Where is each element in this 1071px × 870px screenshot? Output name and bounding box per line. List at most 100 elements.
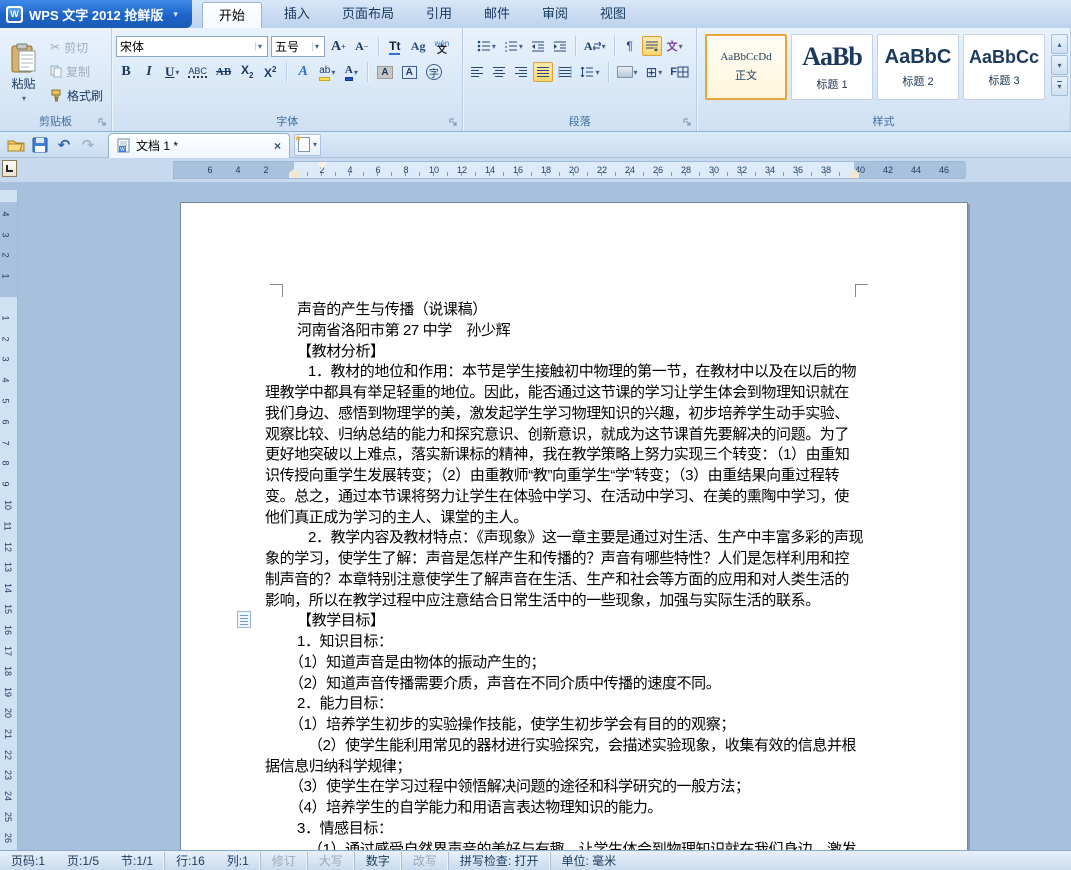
status-item[interactable]: 页:1/5 <box>56 852 110 870</box>
chevron-down-icon[interactable]: ▾ <box>312 42 321 51</box>
text-tool-button[interactable]: 文 ▾ <box>664 36 686 56</box>
ribbon-tab[interactable]: 引用 <box>410 0 468 28</box>
change-case-button[interactable]: Ag <box>408 37 429 57</box>
increase-indent-button[interactable] <box>550 36 570 56</box>
chevron-down-icon[interactable]: ▾ <box>173 9 178 20</box>
underline-button[interactable]: U▾ <box>162 62 182 82</box>
tab-stop-selector[interactable] <box>2 160 17 177</box>
chevron-down-icon[interactable]: ▾ <box>634 68 638 77</box>
show-hide-marks-button[interactable] <box>642 36 662 56</box>
chevron-down-icon[interactable]: ▾ <box>175 68 179 77</box>
text-line[interactable]: 变。总之，通过本节课将努力让学生在体验中学习、在活动中学习、在美的熏陶中学习，使 <box>265 487 851 508</box>
ribbon-tab[interactable]: 视图 <box>584 0 642 28</box>
text-line[interactable]: 据信息归纳科学规律； <box>265 757 851 778</box>
bold-button[interactable]: B <box>116 62 136 82</box>
status-item[interactable]: 改写 <box>401 852 448 870</box>
emphasis-mark-button[interactable]: ABC <box>185 62 210 82</box>
redo-button[interactable]: ↷ <box>76 134 100 156</box>
text-line[interactable]: 声音的产生与传播（说课稿） <box>265 300 851 321</box>
text-line[interactable]: （1）知道声音是由物体的振动产生的； <box>265 653 851 674</box>
text-line[interactable]: （4）培养学生的自学能力和用语言表达物理知识的能力。 <box>265 798 851 819</box>
subscript-button[interactable]: X2 <box>237 62 257 82</box>
font-name-combo[interactable]: 宋体 ▾ <box>116 36 268 57</box>
text-line[interactable]: （1）培养学生初步的实验操作技能，使学生初步学会有目的的观察； <box>265 715 851 736</box>
table-tool-button[interactable]: F <box>667 62 692 82</box>
decrease-indent-button[interactable] <box>528 36 548 56</box>
enclose-characters-button[interactable]: 字 <box>423 62 445 82</box>
text-effect-button[interactable]: A <box>293 62 313 82</box>
ribbon-tab[interactable]: 邮件 <box>468 0 526 28</box>
text-line[interactable]: （1）通过感受自然界声音的美好与有趣，让学生体会到物理知识就在我们身边，激发 <box>265 840 851 851</box>
text-line[interactable]: 我们身边、感悟到物理学的美，激发起学生学习物理知识的兴趣，初步培养学生动手实验、 <box>265 404 851 425</box>
status-item[interactable]: 修订 <box>260 852 307 870</box>
chevron-down-icon[interactable]: ▾ <box>492 42 496 51</box>
font-dialog-launcher[interactable] <box>449 118 459 128</box>
document-text[interactable]: 声音的产生与传播（说课稿）河南省洛阳市第 27 中学 孙少辉【教材分析】1．教材… <box>265 300 851 850</box>
text-line[interactable]: 3．情感目标： <box>265 819 851 840</box>
highlight-color-button[interactable]: ab ▾ <box>316 62 338 82</box>
paragraph-dialog-launcher[interactable] <box>683 118 693 128</box>
text-line[interactable]: 1．教材的地位和作用：本节是学生接触初中物理的第一节，在教材中以及在以后的物 <box>265 362 851 383</box>
distribute-button[interactable] <box>555 62 575 82</box>
new-document-button[interactable]: ★ ▾ <box>294 134 321 156</box>
status-item[interactable]: 页码:1 <box>0 852 56 870</box>
character-border-button[interactable]: A <box>399 62 420 82</box>
chevron-down-icon[interactable]: ▾ <box>354 68 358 77</box>
ribbon-tab[interactable]: 开始 <box>202 2 262 28</box>
cut-button[interactable]: ✂ 剪切 <box>47 36 107 58</box>
justify-button[interactable] <box>533 62 553 82</box>
format-painter-button[interactable]: 格式刷 <box>47 84 107 106</box>
align-center-button[interactable] <box>489 62 509 82</box>
pinyin-guide-button[interactable]: Tt <box>385 37 405 57</box>
style-card[interactable]: AaBbC 标题 2 <box>877 34 959 100</box>
chevron-down-icon[interactable]: ▾ <box>331 68 335 77</box>
text-line[interactable]: 2．教学内容及教材特点：《声现象》这一章主要是通过对生活、生产中丰富多彩的声现 <box>265 528 851 549</box>
text-line[interactable]: 理教学中都具有举足轻重的地位。因此，能否通过这节课的学习让学生体会到物理知识就在 <box>265 383 851 404</box>
ribbon-tab[interactable]: 页面布局 <box>326 0 410 28</box>
borders-button[interactable]: ⊞ ▾ <box>643 62 666 82</box>
ribbon-tab[interactable]: 插入 <box>268 0 326 28</box>
superscript-button[interactable]: X2 <box>260 62 280 82</box>
text-line[interactable]: 【教学目标】 <box>265 611 851 632</box>
line-spacing-button[interactable]: ▾ <box>577 62 602 82</box>
close-icon[interactable]: × <box>274 139 281 153</box>
align-right-button[interactable] <box>511 62 531 82</box>
style-card[interactable]: AaBbCcDd 正文 <box>705 34 787 100</box>
text-line[interactable]: 影响，所以在教学过程中应注意结合日常生活中的一些现象，加强与实际生活的联系。 <box>265 591 851 612</box>
open-button[interactable] <box>4 134 28 156</box>
document-tab[interactable]: W 文档 1 * × <box>108 133 290 158</box>
chevron-down-icon[interactable]: ▾ <box>595 68 599 77</box>
undo-button[interactable]: ↶ <box>52 134 76 156</box>
strikethrough-button[interactable]: AB <box>213 62 234 82</box>
status-item[interactable]: 节:1/1 <box>110 852 164 870</box>
style-gallery-more-button[interactable]: ▾ <box>1051 76 1068 96</box>
style-card[interactable]: AaBb 标题 1 <box>791 34 873 100</box>
text-direction-button[interactable]: A ▾ <box>581 36 609 56</box>
chevron-down-icon[interactable]: ▾ <box>255 42 264 51</box>
vertical-ruler[interactable]: 4321 12345678910111213141516171819202122… <box>0 190 18 850</box>
text-line[interactable]: 1．知识目标： <box>265 632 851 653</box>
shrink-font-button[interactable]: A− <box>352 37 372 57</box>
grow-font-button[interactable]: A+ <box>328 37 349 57</box>
page[interactable]: 声音的产生与传播（说课稿）河南省洛阳市第 27 中学 孙少辉【教材分析】1．教材… <box>180 202 968 850</box>
ribbon-tab[interactable]: 审阅 <box>526 0 584 28</box>
status-item[interactable]: 拼写检查: 打开 <box>448 852 550 870</box>
text-line[interactable]: 制声音的？本章特别注意使学生了解声音在生活、生产和社会等方面的应用和对人类生活的 <box>265 570 851 591</box>
text-line[interactable]: （2）使学生能利用常见的器材进行实验探究，会描述实验现象，收集有效的信息并根 <box>265 736 851 757</box>
status-item[interactable]: 单位: 毫米 <box>550 852 628 870</box>
status-item[interactable]: 列:1 <box>216 852 260 870</box>
character-shading-button[interactable]: A <box>374 62 395 82</box>
chevron-down-icon[interactable]: ▾ <box>519 42 523 51</box>
text-line[interactable]: 更好地突破以上难点，落实新课标的精神，我在教学策略上努力实现三个转变：（1）由重… <box>265 445 851 466</box>
chevron-down-icon[interactable]: ▾ <box>679 42 683 51</box>
status-item[interactable]: 行:16 <box>164 852 216 870</box>
copy-button[interactable]: 复制 <box>47 60 107 82</box>
text-line[interactable]: 2．能力目标： <box>265 694 851 715</box>
shading-button[interactable]: ▾ <box>614 62 641 82</box>
phonetic-button[interactable]: wén文 <box>431 37 452 57</box>
chevron-down-icon[interactable]: ▾ <box>658 68 662 77</box>
text-line[interactable]: 他们真正成为学习的主人、课堂的主人。 <box>265 508 851 529</box>
chevron-down-icon[interactable]: ▾ <box>313 140 317 149</box>
style-scroll-up-button[interactable]: ▴ <box>1051 34 1068 54</box>
text-line[interactable]: 河南省洛阳市第 27 中学 孙少辉 <box>265 321 851 342</box>
